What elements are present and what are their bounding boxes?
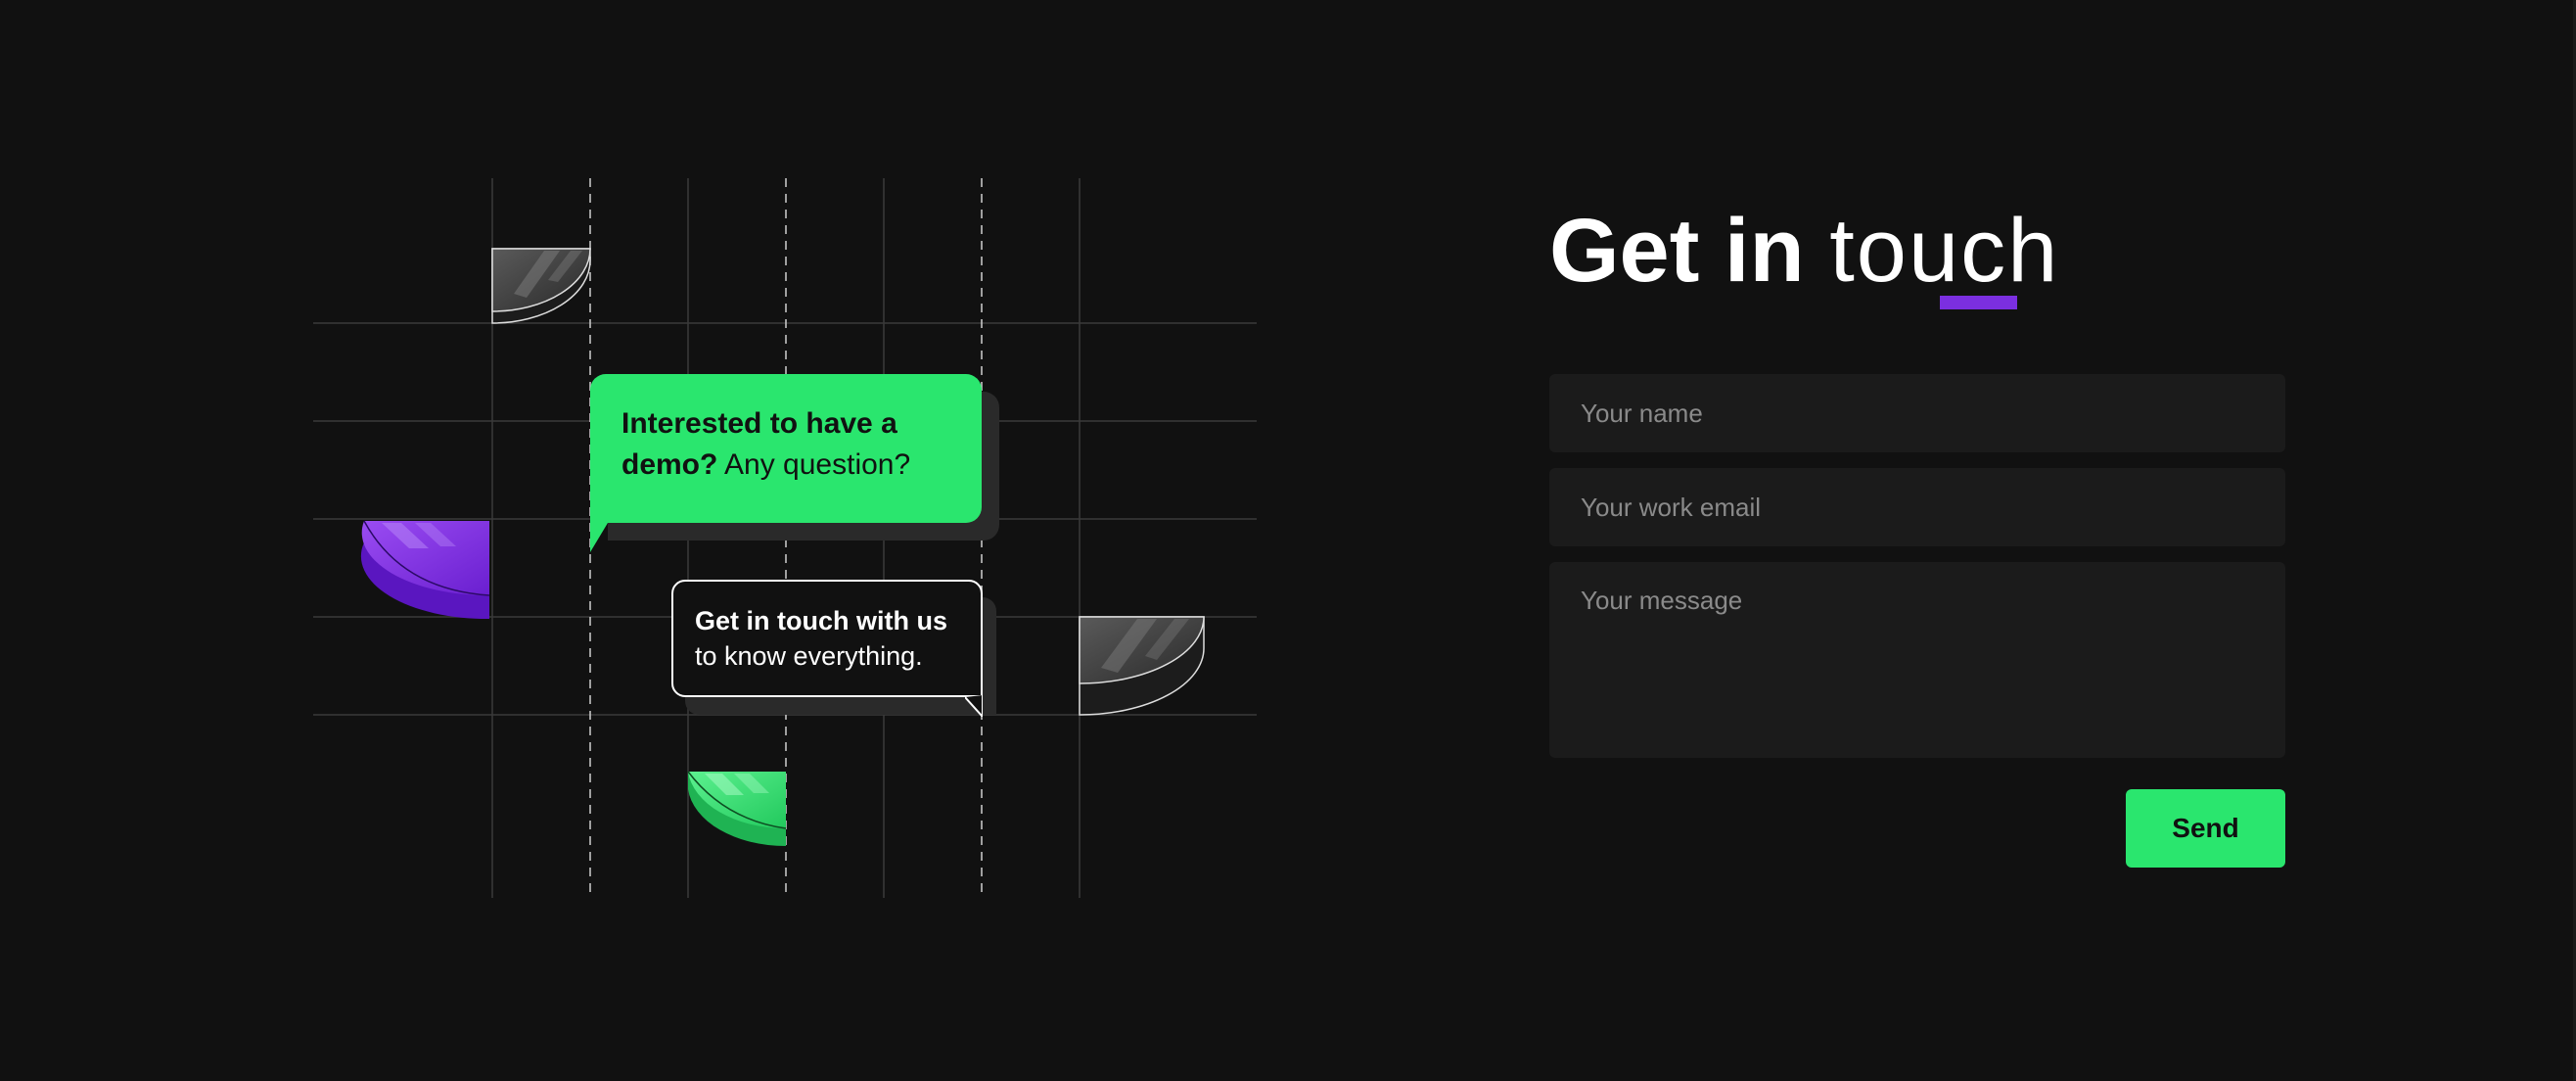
title-bold-part: Get in [1549, 201, 1805, 301]
demo-speech-bubble: Interested to have a demo? Any question? [590, 374, 982, 523]
purple-shape [360, 520, 490, 620]
touch-bubble-text: to know everything. [695, 641, 923, 671]
contact-illustration: Interested to have a demo? Any question?… [313, 178, 1257, 898]
message-field[interactable] [1549, 562, 2285, 758]
demo-bubble-text: Any question? [717, 448, 911, 481]
touch-speech-bubble: Get in touch with us to know everything. [671, 580, 983, 697]
demo-bubble-tail [590, 523, 608, 552]
touch-bubble-bold-text: Get in touch with us [695, 606, 947, 635]
glass-shape-right [1079, 616, 1205, 716]
title-accent-underline [1940, 296, 2017, 309]
work-email-field[interactable] [1549, 468, 2285, 546]
title-light-part: touch [1829, 201, 2060, 301]
send-button[interactable]: Send [2126, 789, 2285, 868]
name-field[interactable] [1549, 374, 2285, 452]
grid-illustration [313, 178, 1257, 898]
touch-bubble-tail [965, 695, 983, 717]
green-shape [687, 771, 787, 847]
page-title: Get in touch [1549, 192, 2059, 309]
glass-shape-top [491, 248, 591, 324]
